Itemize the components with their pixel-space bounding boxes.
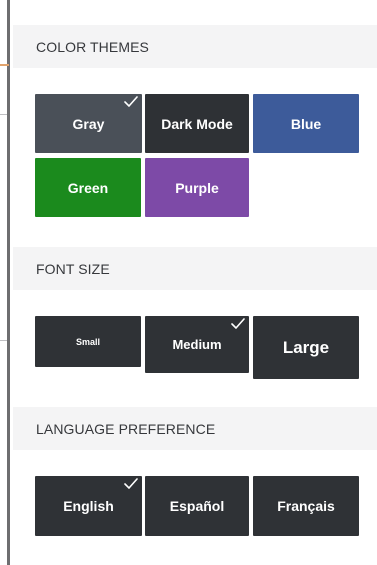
language-francais-button[interactable]: Français: [253, 476, 359, 536]
font-size-header: FONT SIZE: [13, 247, 377, 290]
font-large-label: Large: [282, 337, 330, 357]
language-espanol-label: Español: [169, 498, 225, 514]
language-header: LANGUAGE PREFERENCE: [13, 407, 377, 450]
settings-panel: COLOR THEMES Gray Dark Mode Blue Green P…: [0, 0, 377, 565]
theme-purple-button[interactable]: Purple: [145, 158, 249, 217]
divider-tick: [0, 114, 7, 115]
theme-gray-button[interactable]: Gray: [35, 94, 142, 153]
language-francais-label: Français: [277, 498, 335, 514]
check-icon: [124, 96, 138, 107]
check-icon: [231, 318, 245, 329]
font-small-label: Small: [75, 336, 100, 347]
theme-dark-mode-label: Dark Mode: [161, 115, 233, 132]
font-size-title: FONT SIZE: [36, 260, 110, 277]
language-title: LANGUAGE PREFERENCE: [36, 420, 216, 437]
left-border: [0, 0, 10, 565]
check-icon: [124, 478, 138, 489]
theme-blue-label: Blue: [290, 115, 322, 132]
color-themes-title: COLOR THEMES: [36, 38, 149, 55]
theme-blue-button[interactable]: Blue: [253, 94, 359, 153]
theme-green-button[interactable]: Green: [35, 158, 141, 217]
accent-tick: [0, 64, 9, 66]
divider-tick: [0, 340, 7, 341]
theme-purple-label: Purple: [175, 179, 219, 196]
font-medium-label: Medium: [172, 337, 222, 352]
font-large-button[interactable]: Large: [253, 316, 359, 379]
theme-gray-label: Gray: [72, 115, 105, 132]
language-english-label: English: [63, 498, 114, 514]
theme-green-label: Green: [67, 179, 109, 196]
font-small-button[interactable]: Small: [35, 316, 141, 367]
left-border-line: [7, 0, 10, 565]
theme-dark-mode-button[interactable]: Dark Mode: [145, 94, 249, 153]
language-english-button[interactable]: English: [35, 476, 142, 536]
font-medium-button[interactable]: Medium: [145, 316, 249, 373]
color-themes-header: COLOR THEMES: [13, 25, 377, 68]
language-espanol-button[interactable]: Español: [145, 476, 249, 536]
